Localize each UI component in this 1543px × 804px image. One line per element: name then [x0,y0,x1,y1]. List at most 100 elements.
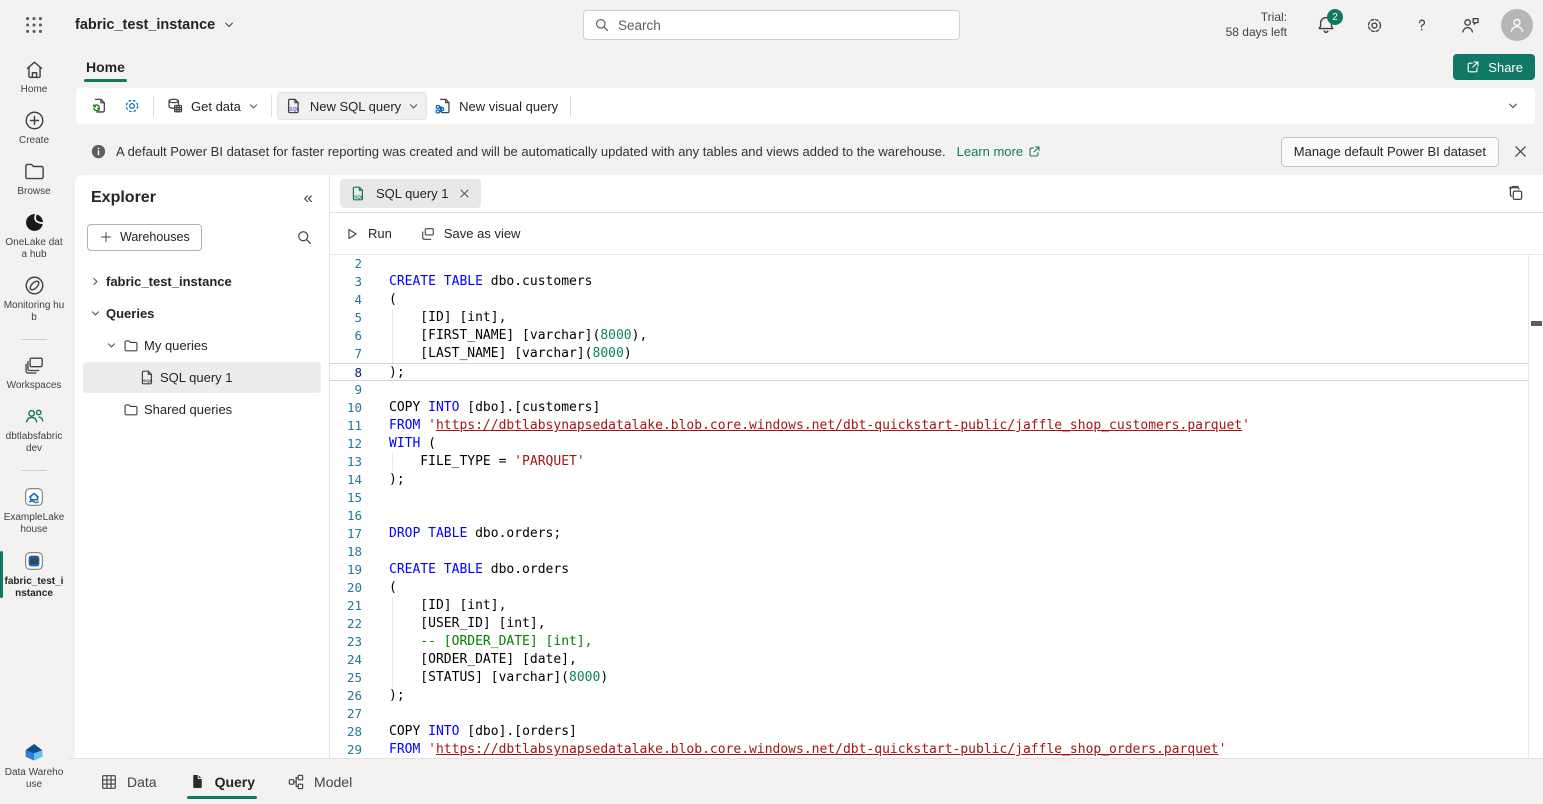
code-line-4[interactable]: 4( [330,291,1543,309]
manage-default-dataset-button[interactable]: Manage default Power BI dataset [1281,137,1499,167]
share-icon [1465,59,1481,75]
rail-item-create[interactable]: Create [0,109,68,147]
code-line-13[interactable]: 13 FILE_TYPE = 'PARQUET' [330,453,1543,471]
learn-more-link[interactable]: Learn more [957,144,1042,159]
tree-item-my-queries[interactable]: My queries [83,330,321,361]
close-tab-icon[interactable] [458,187,471,200]
code-text: [USER_ID] [int], [389,615,546,633]
rail-item-dbtlabsfabricdev[interactable]: dbtlabsfabricdev [0,405,68,455]
code-line-25[interactable]: 25 [STATUS] [varchar](8000) [330,669,1543,687]
folder-icon [120,338,142,354]
editor-scrollbar-track[interactable] [1528,255,1529,758]
collapse-panel-icon[interactable]: « [304,188,313,208]
code-line-24[interactable]: 24 [ORDER_DATE] [date], [330,651,1543,669]
line-number: 27 [330,705,362,723]
line-number: 20 [330,579,362,597]
copy-icon[interactable] [1507,185,1525,203]
rail-item-fabric-test-instance[interactable]: fabric_test_instance [0,549,68,600]
workspace-switcher[interactable]: fabric_test_instance [75,17,235,33]
plus-icon [99,230,113,244]
code-line-23[interactable]: 23 -- [ORDER_DATE] [int], [330,633,1543,651]
code-line-2[interactable]: 2 [330,255,1543,273]
line-number: 24 [330,651,362,669]
share-button[interactable]: Share [1453,54,1535,80]
new-sql-query-button[interactable]: SQL New SQL query [277,92,427,120]
save-as-view-button[interactable]: Save as view [420,226,521,242]
rail-item-data-warehouse[interactable]: Data Warehouse [0,740,68,791]
code-line-22[interactable]: 22 [USER_ID] [int], [330,615,1543,633]
code-line-3[interactable]: 3CREATE TABLE dbo.customers [330,273,1543,291]
refresh-button[interactable] [84,92,116,120]
code-line-8[interactable]: 8); [330,363,1528,381]
search-icon [594,17,610,33]
code-line-7[interactable]: 7 [LAST_NAME] [varchar](8000) [330,345,1543,363]
rail-item-onelake-data-hub[interactable]: OneLake data hub [0,211,68,261]
chevron-down-icon[interactable] [103,340,120,351]
sql-document-icon: SQL [285,97,303,115]
new-visual-query-button[interactable]: New visual query [427,92,565,120]
feedback-button[interactable] [1453,8,1487,42]
code-line-20[interactable]: 20( [330,579,1543,597]
code-line-15[interactable]: 15 [330,489,1543,507]
indent-guide [392,327,393,345]
ribbon-toolbar-row: Get data SQL New SQL query New visual qu… [68,84,1543,128]
notifications-button[interactable]: 2 [1309,8,1343,42]
code-line-18[interactable]: 18 [330,543,1543,561]
tree-item-label: Shared queries [144,402,232,417]
help-button[interactable] [1405,8,1439,42]
code-line-21[interactable]: 21 [ID] [int], [330,597,1543,615]
run-button[interactable]: Run [344,226,392,242]
code-line-27[interactable]: 27 [330,705,1543,723]
code-text: [ID] [int], [389,597,506,615]
rail-item-browse[interactable]: Browse [0,160,68,198]
line-number: 15 [330,489,362,507]
account-avatar[interactable] [1501,9,1533,41]
code-line-17[interactable]: 17DROP TABLE dbo.orders; [330,525,1543,543]
explorer-title: Explorer [91,189,156,207]
tree-item-fabric-test-instance[interactable]: fabric_test_instance [83,266,321,297]
code-line-10[interactable]: 10COPY INTO [dbo].[customers] [330,399,1543,417]
code-text: [STATUS] [varchar](8000) [389,669,608,687]
search-input[interactable]: Search [583,10,960,40]
settings-button[interactable] [1357,8,1391,42]
code-line-19[interactable]: 19CREATE TABLE dbo.orders [330,561,1543,579]
info-icon [90,143,107,160]
line-number: 14 [330,471,362,489]
rail-item-monitoring-hub[interactable]: Monitoring hub [0,274,68,324]
ribbon-collapse-chevron-icon[interactable] [1499,96,1527,116]
code-line-5[interactable]: 5 [ID] [int], [330,309,1543,327]
query-tab[interactable]: SQL SQL query 1 [340,179,481,208]
chevron-right-icon[interactable] [87,276,104,287]
code-line-26[interactable]: 26); [330,687,1543,705]
tree-item-queries[interactable]: Queries [83,298,321,329]
rail-item-workspaces[interactable]: Workspaces [0,354,68,392]
view-tab-model[interactable]: Model [287,759,352,804]
tree-item-shared-queries[interactable]: Shared queries [83,394,321,425]
tree-item-sql-query-1[interactable]: SQLSQL query 1 [83,362,321,393]
add-warehouses-button[interactable]: Warehouses [87,224,202,251]
tree-item-label: My queries [144,338,208,353]
chevron-down-icon[interactable] [87,308,104,319]
view-tab-query[interactable]: Query [189,759,255,804]
code-line-11[interactable]: 11FROM 'https://dbtlabsynapsedatalake.bl… [330,417,1543,435]
code-line-28[interactable]: 28COPY INTO [dbo].[orders] [330,723,1543,741]
code-line-29[interactable]: 29FROM 'https://dbtlabsynapsedatalake.bl… [330,741,1543,758]
sql-file-icon: SQL [136,369,158,386]
code-line-12[interactable]: 12WITH ( [330,435,1543,453]
tree-item-label: SQL query 1 [160,370,233,385]
tab-home[interactable]: Home [82,54,129,80]
app-launcher-icon[interactable] [0,14,68,36]
home-icon [23,58,46,81]
get-data-button[interactable]: Get data [159,92,266,120]
sql-code-editor[interactable]: 23CREATE TABLE dbo.customers4(5 [ID] [in… [330,255,1543,758]
explorer-search-icon[interactable] [296,229,313,246]
code-line-9[interactable]: 9 [330,381,1543,399]
view-tab-data[interactable]: Data [100,759,157,804]
settings-gear-button[interactable] [116,92,148,120]
banner-close-icon[interactable] [1512,143,1529,160]
rail-item-home[interactable]: Home [0,58,68,96]
rail-item-examplelakehouse[interactable]: ExampleLakehouse [0,485,68,536]
code-line-14[interactable]: 14); [330,471,1543,489]
code-line-6[interactable]: 6 [FIRST_NAME] [varchar](8000), [330,327,1543,345]
code-line-16[interactable]: 16 [330,507,1543,525]
